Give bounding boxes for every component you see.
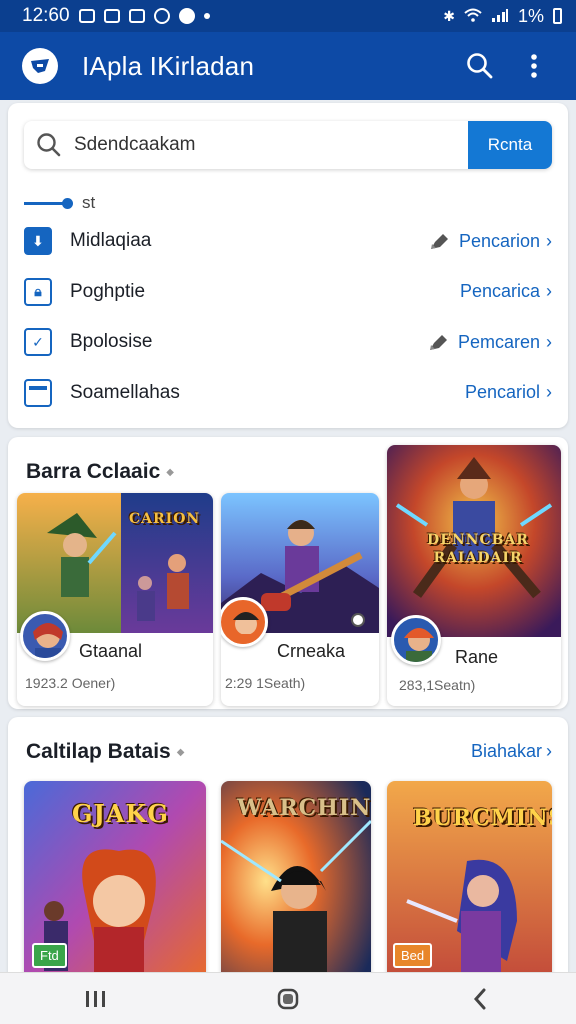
window-icon [24, 378, 52, 407]
see-more-link[interactable]: Biahakar › [471, 741, 552, 762]
game-art-title: WARCHIN [237, 795, 371, 821]
game-meta: 2:29 1Seath) [225, 675, 306, 691]
list-item-action[interactable]: Pencarica › [460, 281, 552, 302]
search-button[interactable]: Rcnta [468, 121, 552, 169]
game-art-title: BURCMINS [413, 805, 552, 831]
message-icon [128, 9, 145, 23]
sticker-icon [351, 613, 365, 627]
game-name: Rane [455, 647, 499, 667]
pencil-icon [429, 231, 451, 251]
list-item-action[interactable]: Pencariol › [465, 382, 552, 403]
list-item-label: Poghptie [70, 280, 146, 302]
section-title: Caltilap Batais ◆ [26, 740, 185, 763]
avatar [20, 611, 70, 661]
game-name: Gtaanal [79, 641, 143, 661]
filter-slider[interactable]: st [24, 193, 95, 213]
status-bar: 12:60 ✱ 1% [0, 0, 576, 32]
list-item-action[interactable]: Pemcaren › [428, 332, 552, 353]
list-item-3[interactable]: ✓ Bpolosise Pemcaren › [24, 317, 552, 368]
pencil-icon [428, 332, 450, 352]
collection-games-section: Caltilap Batais ◆ Biahakar › GJAKG Ftd W… [8, 717, 568, 997]
game-artwork: WARCHIN [221, 781, 371, 981]
chevron-right-icon: › [546, 230, 552, 251]
app-logo-icon[interactable] [22, 48, 58, 84]
slider-track[interactable] [24, 197, 73, 209]
game-badge: Ftd [32, 943, 67, 968]
chevron-right-icon: › [546, 281, 552, 302]
list-item-2[interactable]: 🔒︎ Poghptie Pencarica › [24, 267, 552, 318]
lock-icon: 🔒︎ [24, 277, 52, 306]
battery-level: 1% [517, 5, 544, 26]
game-card[interactable]: WARCHIN [221, 781, 371, 981]
list-item-action[interactable]: Pencarion › [429, 231, 552, 252]
bluetooth-icon: ✱ [443, 7, 455, 24]
settings-icon [153, 8, 170, 24]
search-bar: Rcnta [24, 121, 552, 169]
avatar [221, 597, 268, 647]
list-item-1[interactable]: ⬇ Midlaqiaa Pencarion › [24, 216, 552, 267]
system-navigation-bar [0, 972, 576, 1024]
game-art-title: CARION [129, 511, 201, 527]
home-button[interactable] [258, 977, 318, 1021]
game-card[interactable]: DENNCBAR RAIADAIR Rane 283,1Seatn) [387, 445, 561, 706]
game-badge: Bed [393, 943, 433, 968]
chevron-right-icon: › [546, 741, 552, 761]
game-card[interactable]: Crneaka 2:29 1Seath) [221, 493, 379, 706]
info-icon: ◆ [176, 746, 185, 758]
list-item-label: Bpolosise [70, 331, 153, 353]
game-card[interactable]: CARION Gtaanal 1923.2 Oener) [17, 493, 213, 706]
battery-icon [553, 8, 562, 24]
signal-icon [491, 6, 509, 27]
game-card[interactable]: GJAKG Ftd [24, 781, 206, 981]
more-options-icon[interactable] [514, 46, 554, 86]
app-bar: IApla IKirladan [0, 32, 576, 100]
game-art-title: DENNCBAR RAIADAIR [427, 532, 529, 566]
messenger-icon [178, 8, 195, 24]
download-icon: ⬇ [24, 227, 52, 256]
search-card: Rcnta st ⬇ Midlaqiaa Pencarion › 🔒︎ Pogh… [8, 103, 568, 428]
search-input-icon [24, 132, 74, 158]
list-item-4[interactable]: Soamellahas Pencariol › [24, 368, 552, 419]
checkbox-icon: ✓ [24, 328, 52, 357]
game-art-title: GJAKG [72, 799, 169, 828]
game-meta: 1923.2 Oener) [25, 675, 116, 691]
notification-icon [78, 9, 95, 23]
info-icon: ◆ [166, 466, 174, 478]
category-list: ⬇ Midlaqiaa Pencarion › 🔒︎ Poghptie Penc… [24, 216, 552, 418]
gallery-icon [103, 9, 120, 23]
app-title: IApla IKirladan [82, 50, 255, 81]
avatar [391, 615, 441, 665]
game-meta: 283,1Seatn) [399, 677, 476, 693]
back-button[interactable] [450, 977, 510, 1021]
search-input[interactable] [74, 121, 468, 169]
more-notifications-icon [203, 13, 210, 19]
slider-label: st [82, 193, 96, 212]
search-icon[interactable] [460, 46, 500, 86]
chevron-right-icon: › [546, 331, 552, 352]
recent-apps-button[interactable] [66, 977, 126, 1021]
featured-games-section: Barra Cclaaic ◆ CARION Gtaanal 1923.2 Oe… [8, 437, 568, 709]
game-name: Crneaka [277, 641, 346, 661]
list-item-label: Midlaqiaa [70, 230, 152, 252]
list-item-label: Soamellahas [70, 381, 180, 403]
slider-handle[interactable] [62, 197, 73, 209]
game-artwork: DENNCBAR RAIADAIR [387, 445, 561, 637]
status-time: 12:60 [22, 5, 70, 26]
chevron-right-icon: › [546, 382, 552, 403]
wifi-icon [464, 6, 482, 27]
game-card[interactable]: BURCMINS Bed [387, 781, 552, 981]
section-title: Barra Cclaaic ◆ [26, 460, 174, 483]
